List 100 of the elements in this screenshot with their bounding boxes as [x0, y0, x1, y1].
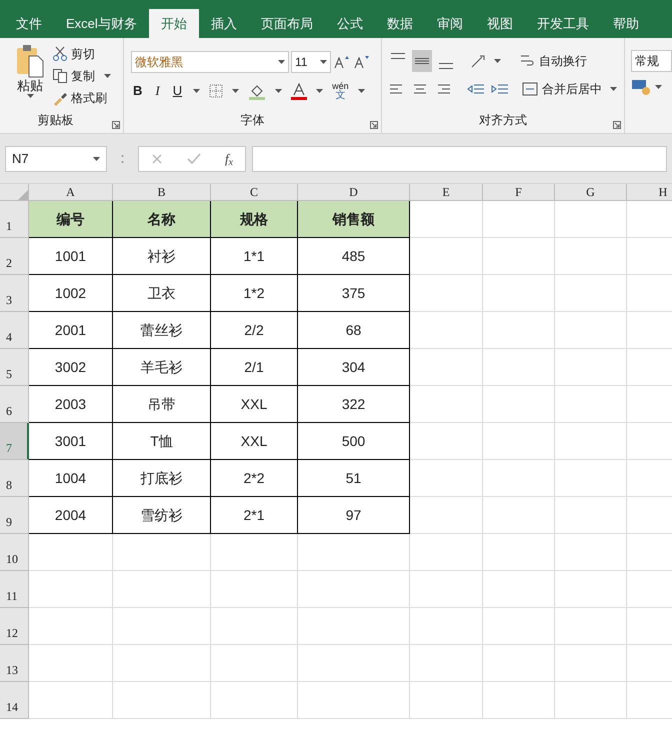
merge-cells-icon — [522, 82, 538, 96]
table-cell: 1001 — [29, 238, 113, 275]
row-header[interactable]: 3 — [0, 275, 29, 312]
empty-cell — [483, 497, 555, 534]
phonetic-guide-button[interactable]: wén 文 — [332, 82, 349, 100]
table-cell: 1004 — [29, 460, 113, 497]
row-header[interactable]: 4 — [0, 312, 29, 349]
font-color-icon[interactable] — [291, 82, 308, 100]
increase-indent-icon[interactable] — [490, 83, 510, 95]
table-cell: XXL — [211, 386, 298, 423]
row-header[interactable]: 12 — [0, 608, 29, 645]
row-header[interactable]: 5 — [0, 349, 29, 386]
column-header[interactable]: H — [627, 184, 672, 201]
row-header[interactable]: 14 — [0, 682, 29, 719]
empty-cell — [555, 275, 627, 312]
wrap-text-button[interactable]: 自动换行 — [519, 52, 587, 70]
empty-cell — [483, 682, 555, 719]
ribbon-tab[interactable]: 审阅 — [424, 9, 475, 38]
cut-button[interactable]: 剪切 — [52, 44, 111, 64]
table-cell: 羊毛衫 — [113, 349, 211, 386]
align-lines-icon — [391, 53, 405, 59]
name-box[interactable]: N7 — [5, 146, 107, 172]
empty-cell — [483, 608, 555, 645]
dialog-launcher-icon[interactable] — [370, 121, 378, 129]
check-icon[interactable] — [187, 152, 202, 164]
paste-button[interactable]: 粘贴 — [12, 44, 48, 111]
table-cell: 2*1 — [211, 497, 298, 534]
group-label: 字体 — [240, 112, 264, 129]
ribbon-tab[interactable]: 开发工具 — [524, 9, 601, 38]
borders-icon[interactable] — [209, 84, 224, 98]
table-cell: 51 — [298, 460, 410, 497]
italic-button[interactable]: I — [153, 81, 162, 100]
row-header[interactable]: 13 — [0, 645, 29, 682]
decrease-font-size-icon[interactable] — [353, 54, 371, 70]
caret-icon — [104, 74, 111, 78]
dialog-launcher-icon[interactable] — [613, 121, 621, 129]
caret-icon — [26, 94, 34, 98]
font-name-dropdown[interactable]: 微软雅黑 — [131, 51, 289, 73]
caret-icon — [278, 60, 285, 64]
bold-button[interactable]: B — [131, 81, 144, 100]
table-cell: 蕾丝衫 — [113, 312, 211, 349]
row-header[interactable]: 1 — [0, 201, 29, 238]
row-header[interactable]: 8 — [0, 460, 29, 497]
row-header[interactable]: 2 — [0, 238, 29, 275]
ribbon-tab[interactable]: 页面布局 — [248, 9, 325, 38]
table-cell: 485 — [298, 238, 410, 275]
empty-cell — [483, 275, 555, 312]
empty-cell — [555, 460, 627, 497]
empty-cell — [555, 312, 627, 349]
column-header[interactable]: G — [555, 184, 627, 201]
empty-cell — [555, 682, 627, 719]
copy-button[interactable]: 复制 — [52, 66, 111, 86]
empty-cell — [483, 238, 555, 275]
table-cell: 2/1 — [211, 349, 298, 386]
column-header[interactable]: F — [483, 184, 555, 201]
empty-cell — [555, 423, 627, 460]
format-painter-button[interactable]: 格式刷 — [52, 88, 111, 108]
font-size-dropdown[interactable]: 11 — [291, 51, 331, 73]
header-cell: 编号 — [29, 201, 113, 238]
ribbon-tab[interactable]: 文件 — [4, 9, 54, 38]
table-cell: 68 — [298, 312, 410, 349]
increase-font-size-icon[interactable] — [333, 54, 351, 70]
vertical-align-button[interactable] — [412, 50, 432, 72]
column-header[interactable]: E — [410, 184, 483, 201]
row-header[interactable]: 7 — [0, 423, 29, 460]
dialog-launcher-icon[interactable] — [112, 121, 120, 129]
formula-input-field[interactable] — [252, 146, 667, 172]
table-cell: XXL — [211, 423, 298, 460]
number-format-dropdown[interactable]: 常规 — [631, 50, 672, 72]
ribbon-tab[interactable]: 数据 — [374, 9, 425, 38]
row-header[interactable]: 11 — [0, 571, 29, 608]
empty-cell — [483, 312, 555, 349]
row-header[interactable]: 9 — [0, 497, 29, 534]
scissors-icon — [52, 46, 68, 62]
empty-cell — [483, 571, 555, 608]
table-cell: 雪纺衫 — [113, 497, 211, 534]
caret-icon — [316, 88, 324, 93]
decrease-indent-icon[interactable] — [466, 83, 486, 95]
ribbon-tab[interactable]: 插入 — [198, 9, 249, 38]
header-cell: 名称 — [113, 201, 211, 238]
empty-cell — [483, 349, 555, 386]
empty-cell — [483, 423, 555, 460]
caret-icon — [232, 88, 240, 93]
table-cell: 1002 — [29, 275, 113, 312]
empty-cell — [483, 645, 555, 682]
underline-button[interactable]: U — [170, 81, 184, 100]
group-label: 剪贴板 — [38, 112, 74, 129]
ribbon-tab[interactable]: 公式 — [324, 9, 375, 38]
clipboard-icon — [15, 44, 45, 78]
insert-function-button[interactable]: f$_{x}$ — [225, 148, 233, 168]
caret-icon — [193, 88, 200, 93]
ribbon-tab[interactable]: Excel与财务 — [54, 9, 149, 38]
merge-center-button[interactable]: 合并后居中 — [522, 80, 617, 98]
row-header[interactable]: 6 — [0, 386, 29, 423]
ribbon-tab[interactable]: 帮助 — [600, 9, 651, 38]
ribbon-tab[interactable]: 开始 — [148, 9, 199, 38]
ribbon-tab[interactable]: 视图 — [474, 9, 525, 38]
empty-cell — [555, 534, 627, 571]
table-cell: 2003 — [29, 386, 113, 423]
row-header[interactable]: 10 — [0, 534, 29, 571]
